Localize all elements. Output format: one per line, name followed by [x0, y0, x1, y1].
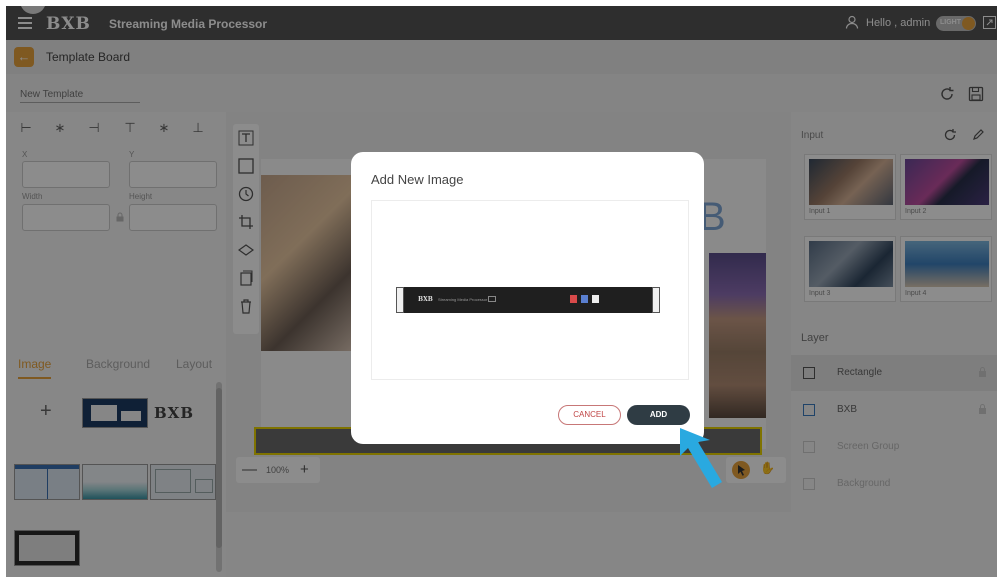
- rack-ear-right: [652, 287, 660, 313]
- device-button-white: [592, 295, 599, 303]
- device-model-text: Streaming Media Processor: [438, 297, 488, 302]
- image-preview: BXB Streaming Media Processor: [371, 200, 689, 380]
- pointer-arrow-icon: [680, 428, 722, 488]
- app-window: BXB Streaming Media Processor Hello , ad…: [6, 6, 997, 577]
- device-button-blue: [581, 295, 588, 303]
- device-button-red: [570, 295, 577, 303]
- device-brand-text: BXB: [418, 296, 433, 303]
- cancel-button[interactable]: CANCEL: [558, 405, 621, 425]
- rack-ear-left: [396, 287, 404, 313]
- dialog-title: Add New Image: [371, 172, 464, 187]
- add-image-dialog: Add New Image BXB Streaming Media Proces…: [351, 152, 704, 444]
- device-image: BXB Streaming Media Processor: [396, 287, 660, 313]
- device-port: [488, 296, 496, 302]
